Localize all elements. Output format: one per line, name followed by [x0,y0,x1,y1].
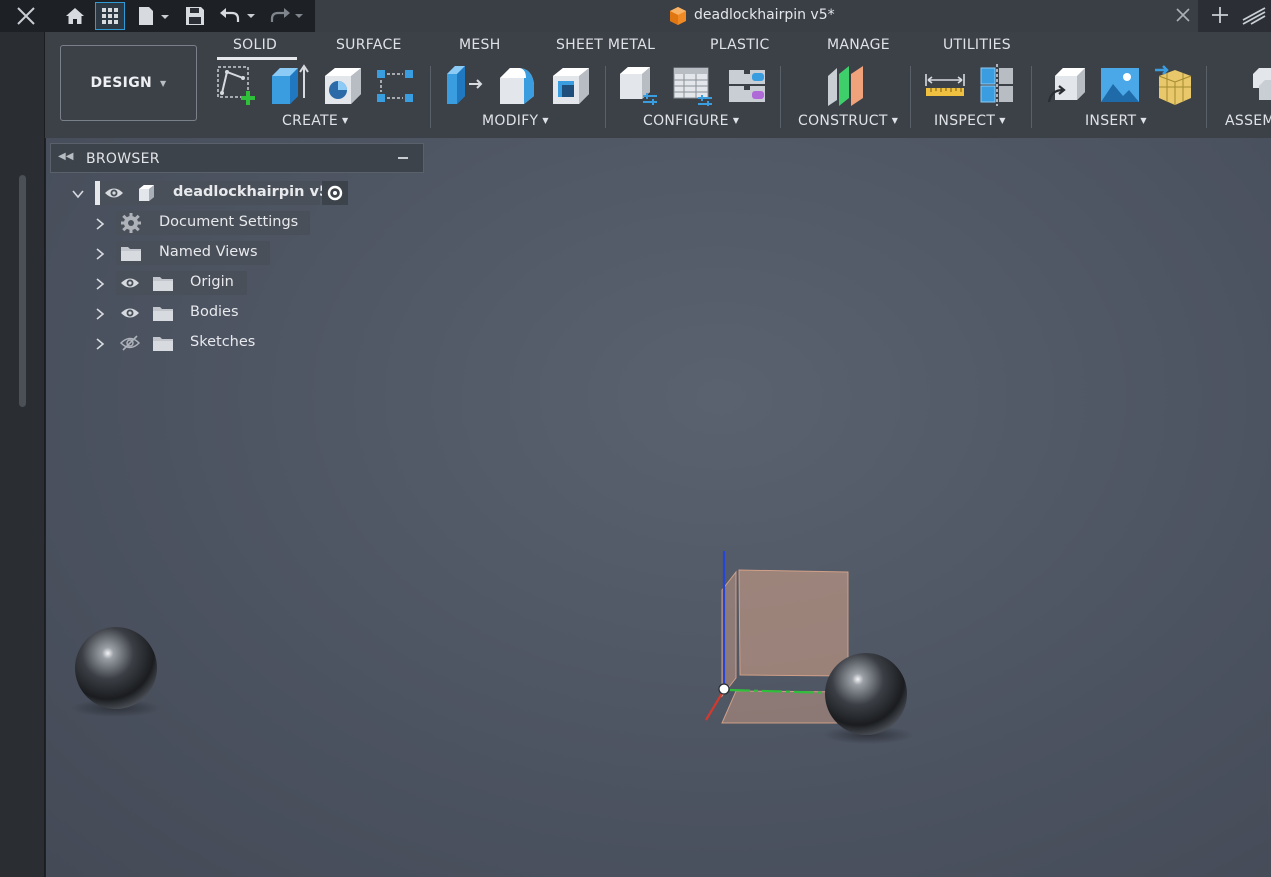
group-assemble-label[interactable]: ASSEM [1225,113,1271,129]
insert-canvas-icon[interactable] [1099,64,1141,106]
tree-item-label: Sketches [190,334,256,350]
configuration-table-icon[interactable] [672,64,714,106]
file-menu-button[interactable] [136,0,172,32]
group-construct-label[interactable]: CONSTRUCT ▼ [798,113,898,129]
eye-icon[interactable] [120,275,140,295]
configuration-rule-icon[interactable] [726,64,768,106]
browser-panel-header[interactable]: ◀◀ BROWSER [50,143,424,173]
group-insert-label[interactable]: INSERT ▼ [1085,113,1147,129]
chevron-down-icon: ▼ [160,78,167,88]
component-icon [136,183,156,207]
tree-item-label: Bodies [190,304,239,320]
ribbon-divider [1031,66,1032,128]
eye-hidden-icon[interactable] [119,335,141,355]
document-title: deadlockhairpin v5* [694,7,835,23]
tab-utilities[interactable]: UTILITIES [943,37,1011,53]
extrude-icon[interactable] [268,64,310,106]
folder-icon [152,334,174,356]
activate-radio-icon[interactable] [322,181,348,205]
chevron-down-icon[interactable] [71,186,85,205]
ribbon-divider [910,66,911,128]
save-icon[interactable] [184,0,206,32]
shell-icon[interactable] [549,64,591,106]
chevron-right-icon[interactable] [93,246,107,265]
chevron-right-icon[interactable] [93,306,107,325]
group-create-label[interactable]: CREATE ▼ [282,113,349,129]
tree-item-label: Origin [190,274,234,290]
tab-sheet-metal[interactable]: SHEET METAL [556,37,655,53]
home-icon[interactable] [62,0,88,32]
chevron-down-icon: ▼ [891,116,899,125]
grid-apps-icon[interactable] [95,0,125,32]
gear-icon [120,212,142,238]
new-tab-icon[interactable] [1209,4,1231,30]
group-inspect-label[interactable]: INSPECT ▼ [934,113,1006,129]
group-modify-text: MODIFY [482,113,539,129]
chevron-down-icon: ▼ [1140,116,1147,125]
chevron-right-icon[interactable] [93,336,107,355]
workspace-label: DESIGN [90,75,153,91]
root-node-label: deadlockhairpin v5 [173,184,330,200]
ribbon-divider [1206,66,1207,128]
undo-icon[interactable] [218,0,258,32]
measure-icon[interactable] [924,64,966,106]
folder-icon [152,274,174,296]
assemble-joint-icon[interactable] [1249,64,1271,106]
fillet-icon[interactable] [496,64,538,106]
close-app-icon[interactable] [8,0,44,32]
group-inspect-text: INSPECT [934,113,996,129]
ribbon-divider [780,66,781,128]
revolve-icon[interactable] [321,64,363,106]
document-component-icon [668,6,688,30]
sphere-body[interactable] [71,627,161,717]
pattern-icon[interactable] [374,64,416,106]
press-pull-icon[interactable] [443,64,485,106]
collapse-panel-icon[interactable]: ◀◀ [58,151,73,162]
active-tab-indicator [217,57,297,60]
group-insert-text: INSERT [1085,113,1137,129]
create-sketch-icon[interactable] [215,64,257,106]
tree-item-label: Named Views [159,244,258,260]
chevron-down-icon: ▼ [999,116,1006,125]
close-tab-icon[interactable] [1174,6,1192,28]
folder-icon [120,244,142,266]
chevron-right-icon[interactable] [93,276,107,295]
tab-mesh[interactable]: MESH [459,37,501,53]
chevron-down-icon: ▼ [542,116,549,125]
insert-mesh-icon[interactable] [1153,64,1195,106]
title-bar: deadlockhairpin v5* [0,0,1271,32]
folder-icon [152,304,174,326]
construct-plane-icon[interactable] [825,64,867,106]
workspace-switcher-button[interactable]: DESIGN ▼ [60,45,197,121]
eye-icon[interactable] [120,305,140,325]
ribbon-divider [605,66,606,128]
tab-manage[interactable]: MANAGE [827,37,890,53]
group-construct-text: CONSTRUCT [798,113,888,129]
fusion-app-window: { "titlebar": { "document_title": "deadl… [0,0,1271,877]
group-configure-label[interactable]: CONFIGURE ▼ [643,113,739,129]
tree-item-label: Document Settings [159,214,299,230]
eye-icon[interactable] [104,185,124,205]
chevron-right-icon[interactable] [93,216,107,235]
browser-title: BROWSER [86,151,160,167]
chevron-down-icon: ▼ [342,116,349,125]
configure-model-icon[interactable] [617,64,659,106]
redo-icon[interactable] [266,0,306,32]
ribbon-divider [430,66,431,128]
section-analysis-icon[interactable] [977,64,1019,106]
minimize-panel-icon[interactable] [398,157,408,159]
tab-surface[interactable]: SURFACE [336,37,402,53]
chevron-down-icon: ▼ [732,116,740,125]
insert-derive-icon[interactable] [1045,64,1087,106]
job-status-icon[interactable] [1241,4,1267,30]
side-scrollbar[interactable] [19,175,26,407]
tab-plastic[interactable]: PLASTIC [710,37,770,53]
group-create-text: CREATE [282,113,339,129]
left-side-strip [0,32,45,877]
tab-solid[interactable]: SOLID [233,37,277,53]
sphere-body[interactable] [823,653,913,744]
group-modify-label[interactable]: MODIFY ▼ [482,113,549,129]
group-configure-text: CONFIGURE [643,113,729,129]
